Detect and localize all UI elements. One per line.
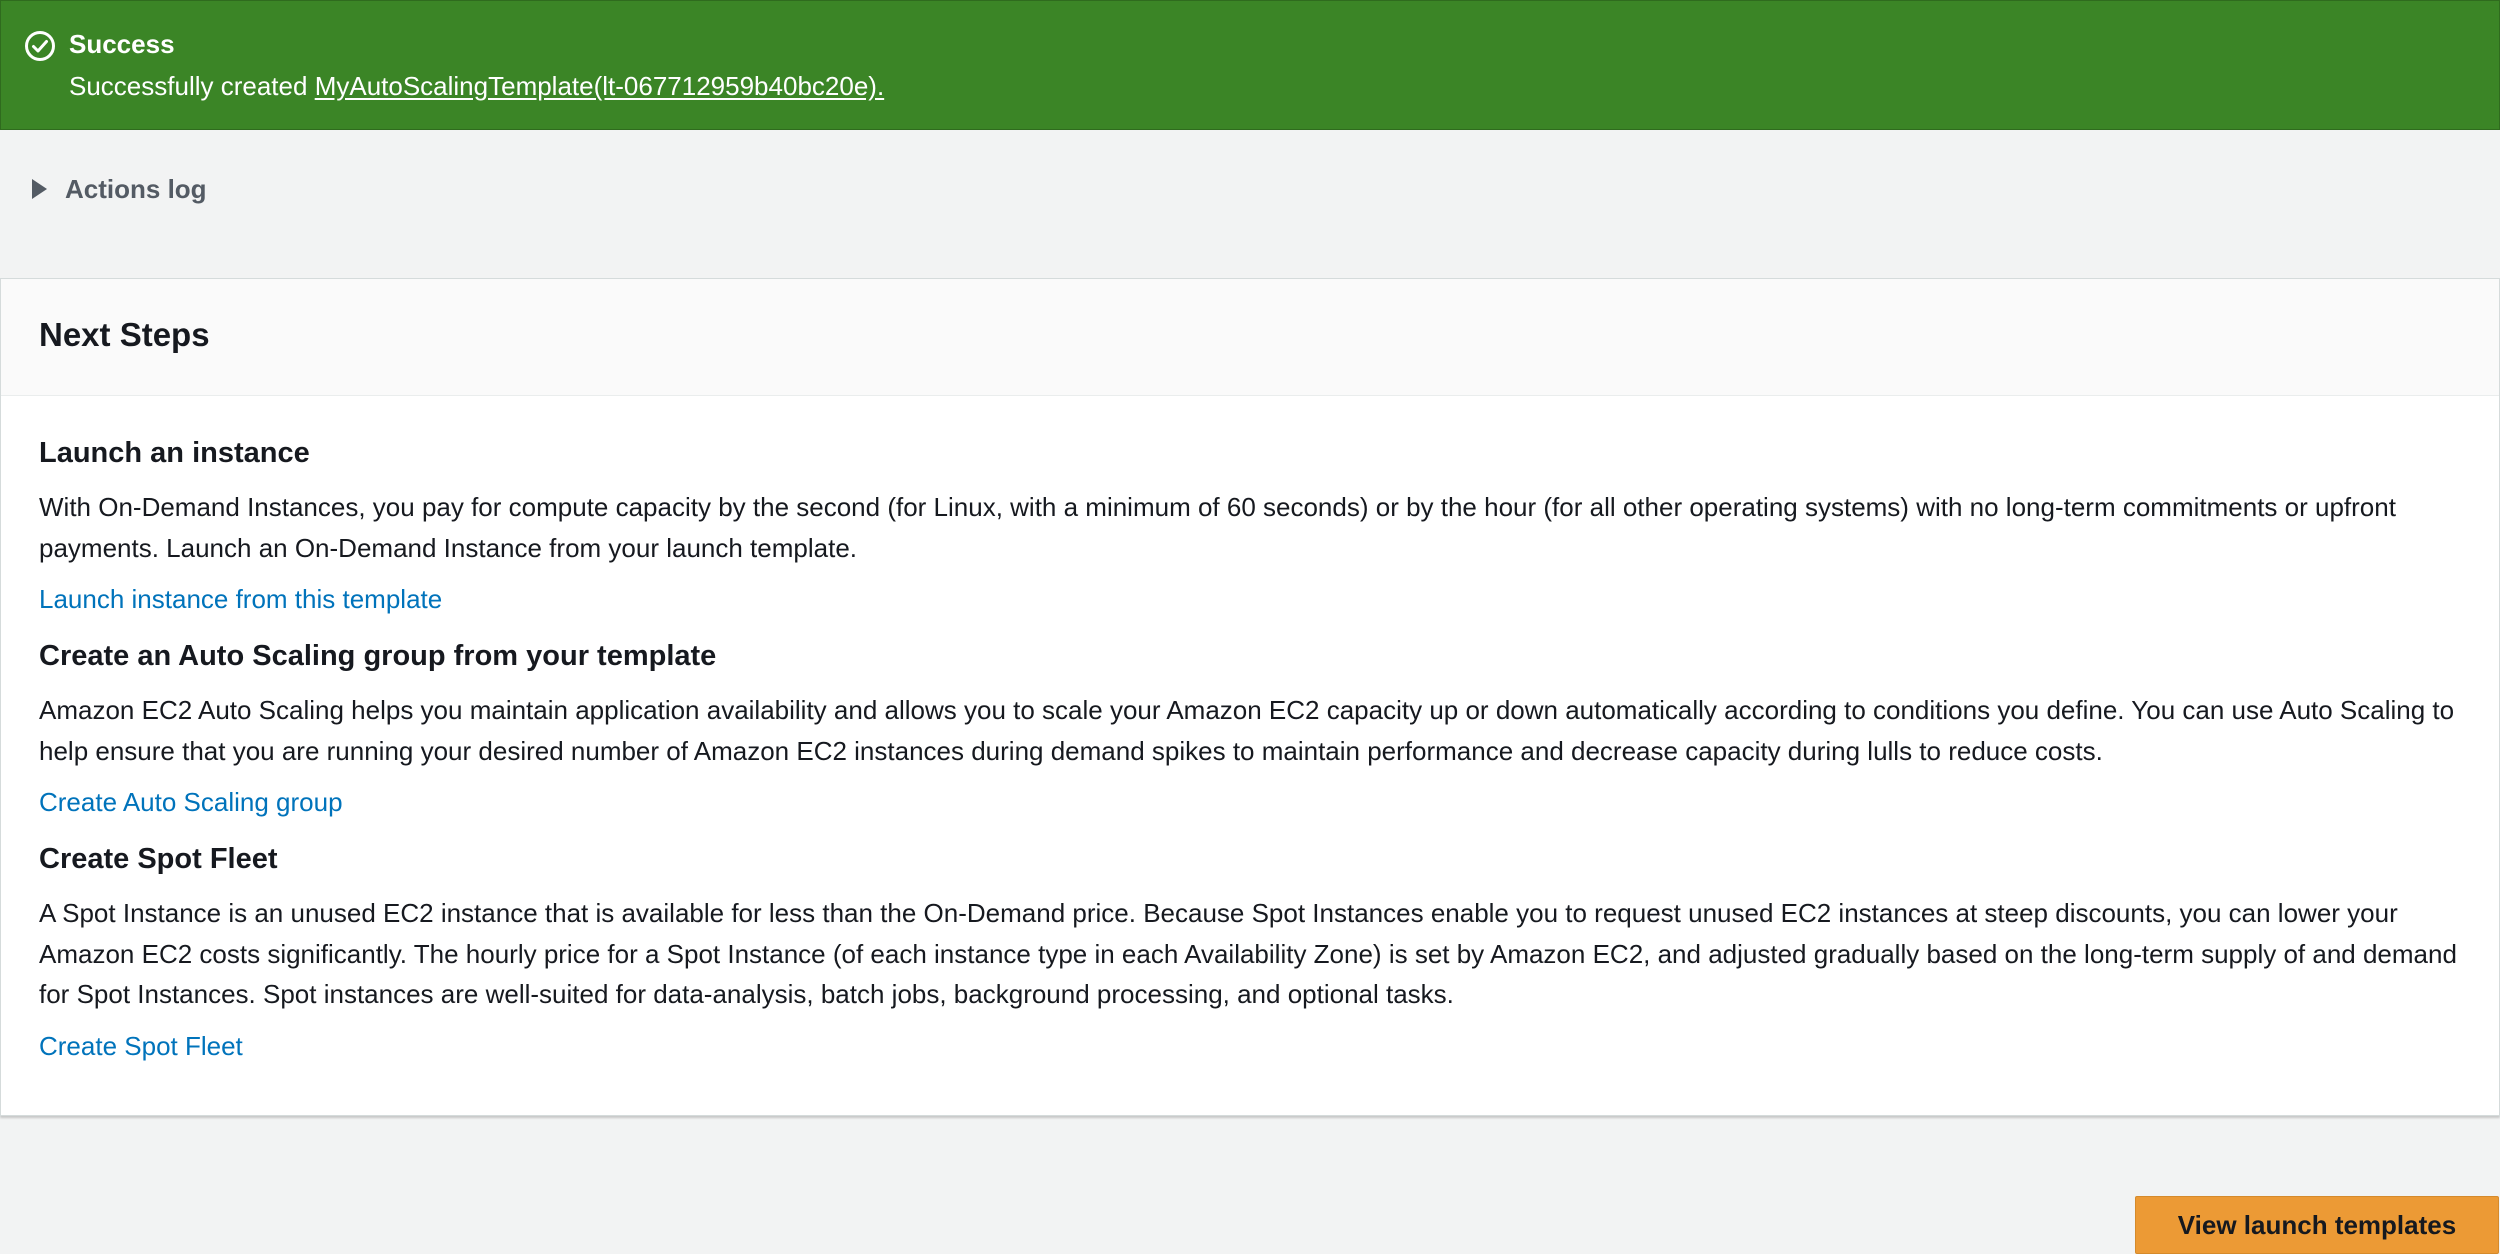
- step-description: A Spot Instance is an unused EC2 instanc…: [39, 898, 2457, 1009]
- flash-message: Successfully created MyAutoScalingTempla…: [69, 68, 884, 104]
- flash-message-text: Successfully created: [69, 71, 308, 101]
- step-description: With On-Demand Instances, you pay for co…: [39, 492, 2396, 563]
- next-steps-panel: Next Steps Launch an instance With On-De…: [0, 278, 2500, 1116]
- actions-log-label: Actions log: [65, 174, 207, 204]
- check-circle-icon: [25, 31, 55, 61]
- actions-log-toggle[interactable]: Actions log: [32, 171, 207, 207]
- flash-title: Success: [69, 29, 175, 59]
- step-description: Amazon EC2 Auto Scaling helps you mainta…: [39, 695, 2455, 766]
- step-title: Create an Auto Scaling group from your t…: [39, 640, 717, 672]
- launch-template-link[interactable]: MyAutoScalingTemplate(lt-067712959b40bc2…: [315, 71, 884, 101]
- step-title: Launch an instance: [39, 437, 310, 469]
- view-launch-templates-button[interactable]: View launch templates: [2135, 1196, 2499, 1254]
- launch-instance-link[interactable]: Launch instance from this template: [39, 581, 442, 617]
- create-auto-scaling-group-link[interactable]: Create Auto Scaling group: [39, 784, 343, 820]
- success-flash-banner: Success Successfully created MyAutoScali…: [0, 0, 2500, 130]
- next-steps-title: Next Steps: [39, 316, 210, 353]
- step-title: Create Spot Fleet: [39, 843, 278, 875]
- caret-right-icon: [32, 179, 47, 199]
- create-spot-fleet-link[interactable]: Create Spot Fleet: [39, 1028, 243, 1064]
- next-steps-header: Next Steps: [1, 279, 2499, 396]
